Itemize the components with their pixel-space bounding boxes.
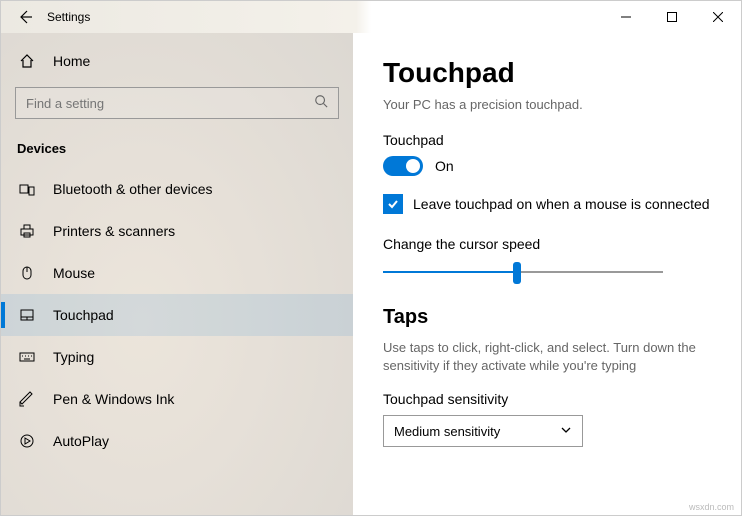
touchpad-toggle-state: On — [435, 158, 454, 174]
cursor-speed-slider[interactable] — [383, 260, 663, 284]
page-subtitle: Your PC has a precision touchpad. — [383, 97, 711, 112]
nav-home[interactable]: Home — [1, 47, 353, 75]
printer-icon — [17, 223, 37, 239]
touchpad-toggle-label: Touchpad — [383, 132, 711, 148]
content-pane: Touchpad Your PC has a precision touchpa… — [353, 33, 741, 515]
close-button[interactable] — [695, 1, 741, 33]
chevron-down-icon — [560, 424, 572, 439]
touchpad-icon — [17, 307, 37, 323]
taps-description: Use taps to click, right-click, and sele… — [383, 339, 711, 375]
nav-autoplay[interactable]: AutoPlay — [1, 420, 353, 462]
nav-item-label: Typing — [53, 349, 94, 365]
nav-bluetooth[interactable]: Bluetooth & other devices — [1, 168, 353, 210]
search-input[interactable] — [15, 87, 339, 119]
pen-icon — [17, 391, 37, 407]
nav-item-label: Touchpad — [53, 307, 114, 323]
search-field[interactable] — [26, 96, 314, 111]
nav-mouse[interactable]: Mouse — [1, 252, 353, 294]
nav-item-label: Mouse — [53, 265, 95, 281]
autoplay-icon — [17, 433, 37, 449]
watermark: wsxdn.com — [689, 502, 734, 512]
nav-group-title: Devices — [1, 137, 353, 168]
nav-printers[interactable]: Printers & scanners — [1, 210, 353, 252]
nav-item-label: AutoPlay — [53, 433, 109, 449]
sidebar: Home Devices Bluetooth & other devices P… — [1, 33, 353, 515]
check-icon — [386, 197, 400, 211]
page-title: Touchpad — [383, 57, 711, 89]
nav-item-label: Bluetooth & other devices — [53, 181, 213, 197]
home-icon — [17, 53, 37, 69]
nav-pen[interactable]: Pen & Windows Ink — [1, 378, 353, 420]
keyboard-icon — [17, 349, 37, 365]
nav-home-label: Home — [53, 53, 90, 69]
devices-icon — [17, 181, 37, 197]
nav-item-label: Printers & scanners — [53, 223, 175, 239]
mouse-icon — [17, 265, 37, 281]
sensitivity-label: Touchpad sensitivity — [383, 391, 711, 407]
search-icon — [314, 94, 328, 113]
window-title: Settings — [47, 10, 90, 24]
sensitivity-dropdown[interactable]: Medium sensitivity — [383, 415, 583, 447]
taps-heading: Taps — [383, 306, 711, 329]
back-button[interactable] — [11, 3, 39, 31]
nav-typing[interactable]: Typing — [1, 336, 353, 378]
cursor-speed-label: Change the cursor speed — [383, 236, 711, 252]
nav-touchpad[interactable]: Touchpad — [1, 294, 353, 336]
minimize-button[interactable] — [603, 1, 649, 33]
leave-on-label: Leave touchpad on when a mouse is connec… — [413, 196, 710, 212]
nav-item-label: Pen & Windows Ink — [53, 391, 174, 407]
leave-on-checkbox[interactable] — [383, 194, 403, 214]
sensitivity-value: Medium sensitivity — [394, 424, 500, 439]
touchpad-toggle[interactable] — [383, 156, 423, 176]
maximize-button[interactable] — [649, 1, 695, 33]
